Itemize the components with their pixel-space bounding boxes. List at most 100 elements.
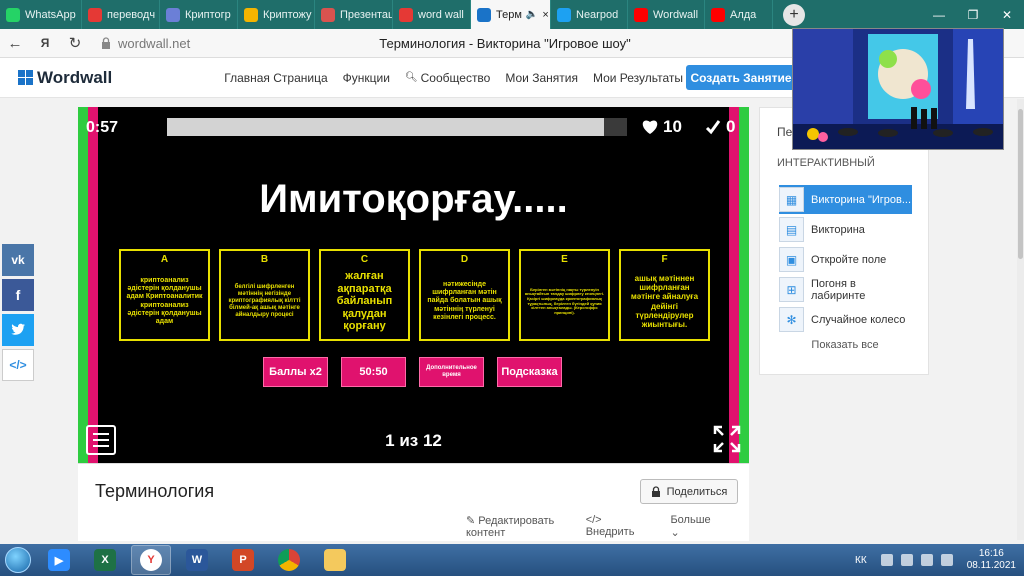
answer-text: ашық мәтіннен шифрланған мәтінге айналуғ… xyxy=(630,273,699,329)
edit-content-label: Редактировать контент xyxy=(466,515,555,539)
answer-text: нәтижесінде шифрланған мәтін пайда болат… xyxy=(427,281,502,321)
yandex-icon xyxy=(88,7,102,22)
tab-label: Wordwall xyxy=(653,8,699,21)
answer-options: Aкриптоанализ әдістерін қолданушы адам К… xyxy=(119,249,719,341)
clock-date: 08.11.2021 xyxy=(966,560,1016,571)
nav-label: Мои Результаты xyxy=(592,70,683,85)
video-pip-overlay[interactable] xyxy=(792,28,1004,150)
close-window-button[interactable]: ✕ xyxy=(990,0,1024,29)
browser-tab[interactable]: Wordwall xyxy=(628,0,705,29)
tab-label: Терм xyxy=(496,8,522,21)
twitter-share-button[interactable] xyxy=(2,314,34,346)
system-tray: КК 16:16 08.11.2021 xyxy=(855,544,1016,576)
template-label: Викторина "Игров... xyxy=(811,193,912,206)
page-scrollbar[interactable] xyxy=(1017,99,1024,540)
template-thumbnail-icon: ▤ xyxy=(779,217,804,242)
scrollbar-thumb[interactable] xyxy=(1018,109,1023,259)
template-item[interactable]: ▤ Викторина xyxy=(779,215,912,244)
question-text: Имитоқорғау..... xyxy=(259,177,568,221)
share-button[interactable]: Поделиться xyxy=(640,479,738,504)
template-label: Случайное колесо xyxy=(811,313,906,326)
speaker-icon[interactable]: 🔈 xyxy=(526,9,538,20)
browser-tab[interactable]: Алда xyxy=(705,0,773,29)
left-green-rail xyxy=(78,107,88,463)
embed-link[interactable]: </> Внедрить xyxy=(586,514,653,539)
embed-share-button[interactable]: </> xyxy=(2,349,34,381)
answer-option[interactable]: E Берілген мәтіннің нақты түрленуін анықт… xyxy=(519,249,610,341)
taskbar-zoom[interactable]: ▶ xyxy=(39,545,79,575)
answer-option[interactable]: Fашық мәтіннен шифрланған мәтінге айналу… xyxy=(619,249,710,341)
nav-link[interactable]: Мои Занятия xyxy=(505,71,578,85)
score-counter: 0 xyxy=(705,117,735,137)
browser-tab[interactable]: Криптогр xyxy=(160,0,238,29)
volume-icon[interactable] xyxy=(940,554,953,566)
nav-link[interactable]: Мои Результаты xyxy=(593,71,683,85)
nav-link[interactable]: Функции xyxy=(343,71,390,85)
browser-tab[interactable]: Криптожу xyxy=(238,0,315,29)
yandex-home-icon[interactable]: Я xyxy=(30,36,60,50)
taskbar-word[interactable]: W xyxy=(177,545,217,575)
template-item[interactable]: ▦ Викторина "Игров... xyxy=(779,185,912,214)
maximize-button[interactable]: ❐ xyxy=(956,0,990,29)
answer-option[interactable]: Bбелгілі шифрленген мәтіннің негізінде к… xyxy=(219,249,310,341)
fullscreen-icon[interactable] xyxy=(713,425,741,453)
powerup-buttons: Баллы x2 50:50 Дополнительное время Подсказ… xyxy=(263,357,575,387)
chevron-down-icon: ⌄ xyxy=(670,527,680,539)
more-dropdown[interactable]: Больше ⌄ xyxy=(670,514,731,539)
create-activity-button[interactable]: Создать Занятие xyxy=(686,65,796,90)
new-tab-button[interactable]: + xyxy=(783,3,805,26)
wordwall-icon xyxy=(477,7,491,22)
answer-option[interactable]: Aкриптоанализ әдістерін қолданушы адам К… xyxy=(119,249,210,341)
taskbar-powerpoint[interactable]: P xyxy=(223,545,263,575)
show-all-link[interactable]: Показать все xyxy=(760,339,930,351)
taskbar-chrome[interactable] xyxy=(269,545,309,575)
tray-flag-icon[interactable] xyxy=(900,554,913,566)
answer-option[interactable]: Dнәтижесінде шифрланған мәтін пайда бола… xyxy=(419,249,510,341)
game-show-quiz: 0:57 10 0 Имитоқорғау..... Aкриптоанализ… xyxy=(78,107,749,463)
network-icon[interactable] xyxy=(920,554,933,566)
answer-letter: E xyxy=(561,254,568,265)
answer-option[interactable]: Cжалған ақпаратқа байланып қалудан қорға… xyxy=(319,249,410,341)
nav-link[interactable]: 🔍︎ Сообщество xyxy=(405,71,490,85)
minimize-button[interactable]: — xyxy=(922,0,956,29)
nav-link[interactable]: Главная Страница xyxy=(224,71,327,85)
back-icon[interactable]: ← xyxy=(0,35,30,52)
facebook-share-button[interactable]: f xyxy=(2,279,34,311)
template-item[interactable]: ⊞ Погоня в лабиринте xyxy=(779,275,912,304)
tray-app-icon[interactable] xyxy=(880,554,893,566)
taskbar-excel[interactable]: X xyxy=(85,545,125,575)
start-button[interactable] xyxy=(0,544,36,576)
url-field[interactable]: wordwall.net xyxy=(100,36,190,51)
browser-tab[interactable]: word wall xyxy=(393,0,471,29)
reload-icon[interactable]: ↻ xyxy=(60,34,90,52)
heart-icon xyxy=(642,120,658,134)
language-indicator[interactable]: КК xyxy=(855,555,867,566)
zoom-icon: ▶ xyxy=(48,549,70,571)
panel-heading-partial: Пе xyxy=(777,125,793,139)
powerup-button[interactable]: Баллы x2 xyxy=(263,357,328,387)
close-tab-icon[interactable]: × xyxy=(542,9,548,21)
browser-tab[interactable]: Nearpod xyxy=(551,0,628,29)
vk-share-button[interactable]: vk xyxy=(2,244,34,276)
browser-tab[interactable]: Презентац xyxy=(315,0,393,29)
taskbar-clock[interactable]: 16:16 08.11.2021 xyxy=(967,548,1016,573)
browser-tab[interactable]: переводч xyxy=(82,0,160,29)
taskbar-yandex-browser[interactable]: Y xyxy=(131,545,171,575)
template-item[interactable]: ✻ Случайное колесо xyxy=(779,305,912,334)
powerup-button[interactable]: Дополнительное время xyxy=(419,357,484,387)
powerup-button[interactable]: 50:50 xyxy=(341,357,406,387)
template-item[interactable]: ▣ Откройте поле xyxy=(779,245,912,274)
chrome-icon xyxy=(278,549,300,571)
browser-tab[interactable]: WhatsApp xyxy=(0,0,82,29)
template-label: Викторина xyxy=(811,223,865,236)
image-icon xyxy=(244,7,258,22)
taskbar-explorer[interactable] xyxy=(315,545,355,575)
edit-content-link[interactable]: ✎ Редактировать контент xyxy=(466,514,568,539)
wordwall-logo[interactable]: Wordwall xyxy=(18,68,112,88)
browser-tab[interactable]: Терм 🔈 × xyxy=(471,0,551,29)
powerup-button[interactable]: Подсказка xyxy=(497,357,562,387)
answer-letter: A xyxy=(160,254,169,265)
right-green-rail xyxy=(739,107,749,463)
answer-text: жалған ақпаратқа байланып қалудан қорған… xyxy=(336,269,393,333)
tab-label: WhatsApp xyxy=(25,8,76,21)
